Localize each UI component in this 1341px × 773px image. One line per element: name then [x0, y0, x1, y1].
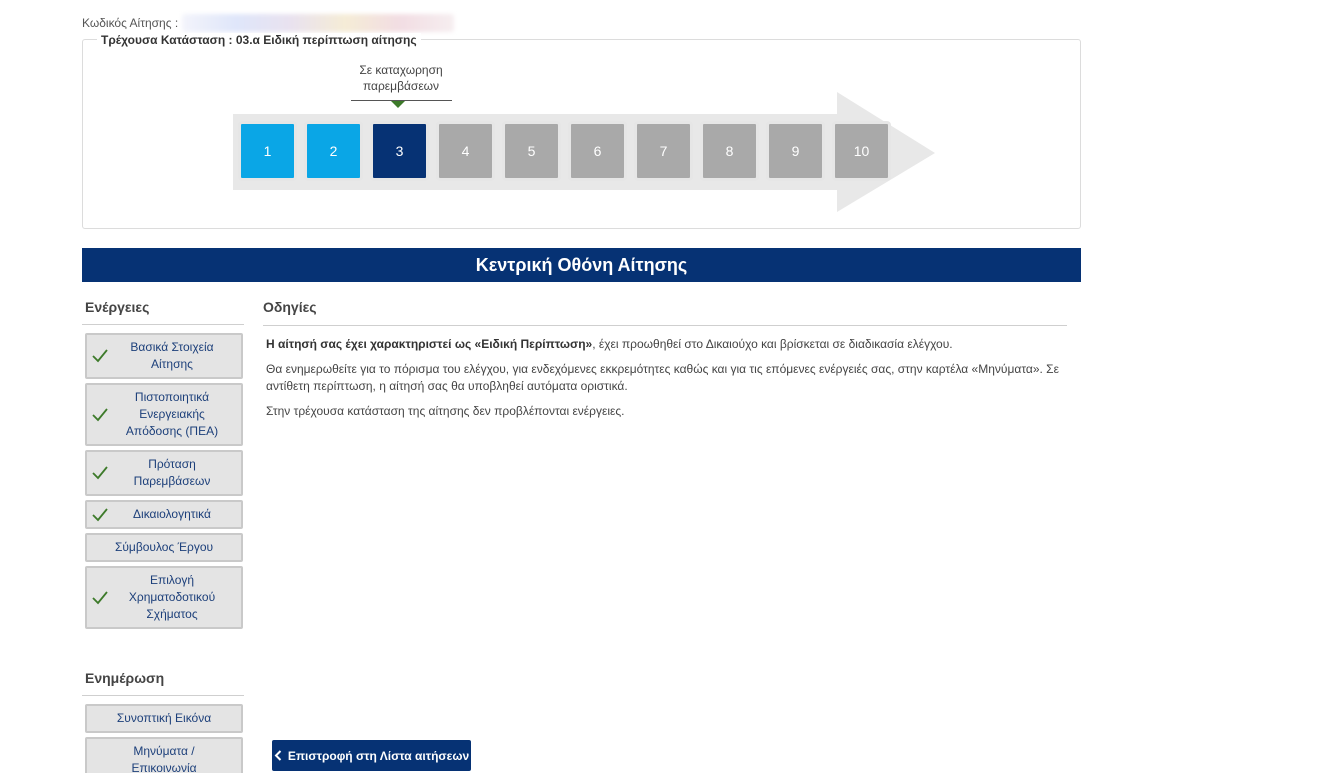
action-financing-scheme-button[interactable]: Επιλογή Χρηματοδοτικού Σχήματος — [85, 566, 243, 629]
update-section: Ενημέρωση Συνοπτική Εικόνα Μηνύματα / Επι… — [82, 667, 244, 773]
update-heading: Ενημέρωση — [82, 667, 244, 696]
action-energy-certificates-button[interactable]: Πιστοποιητικά Ενεργειακής Απόδοσης (ΠΕΑ) — [85, 383, 243, 446]
action-interventions-proposal-button[interactable]: Πρόταση Παρεμβάσεων — [85, 450, 243, 496]
page-title: Κεντρική Οθόνη Αίτησης — [475, 254, 688, 275]
action-documents-button[interactable]: Δικαιολογητικά — [85, 500, 243, 529]
back-to-applications-button[interactable]: Επιστροφή στη Λίστα αιτήσεων — [272, 740, 471, 771]
main-title-bar: Κεντρική Οθόνη Αίτησης — [82, 248, 1081, 282]
progress-step[interactable]: 9 — [766, 121, 825, 181]
progress-steps: 1 2 3 4 5 6 7 8 9 10 — [238, 121, 891, 181]
instructions-panel: Οδηγίες Η αίτησή σας έχει χαρακτηριστεί … — [263, 296, 1067, 428]
progress-step[interactable]: 8 — [700, 121, 759, 181]
progress-step[interactable]: 1 — [238, 121, 297, 181]
application-code-value-redacted — [182, 14, 455, 32]
action-project-consultant-button[interactable]: Σύμβουλος Έργου — [85, 533, 243, 562]
instructions-paragraph-2: Θα ενημερωθείτε για το πόρισμα του ελέγχ… — [266, 362, 1059, 393]
check-icon — [92, 466, 108, 480]
status-panel: Τρέχουσα Κατάσταση : 03.α Ειδική περίπτω… — [82, 33, 1081, 229]
progress-step[interactable]: 5 — [502, 121, 561, 181]
update-summary-button[interactable]: Συνοπτική Εικόνα — [85, 704, 243, 733]
action-basic-details-button[interactable]: Βασικά Στοιχεία Αίτησης — [85, 333, 243, 379]
current-status-label: Τρέχουσα Κατάσταση : 03.α Ειδική περίπτω… — [97, 33, 421, 47]
application-code-row: Κωδικός Αίτησης : — [82, 14, 455, 32]
progress-step[interactable]: 7 — [634, 121, 693, 181]
instructions-heading: Οδηγίες — [263, 296, 1067, 326]
sidebar: Ενέργειες Βασικά Στοιχεία Αίτησης Πιστοπο… — [82, 296, 244, 773]
progress-step[interactable]: 2 — [304, 121, 363, 181]
check-icon — [92, 407, 108, 421]
current-step-tooltip: Σε καταχωρηση παρεμβάσεων — [351, 62, 451, 94]
progress-step[interactable]: 4 — [436, 121, 495, 181]
application-code-label: Κωδικός Αίτησης : — [82, 16, 179, 30]
tooltip-line-1: Σε καταχωρηση — [359, 63, 443, 77]
chevron-left-icon — [274, 750, 282, 761]
actions-heading: Ενέργειες — [82, 296, 244, 325]
update-messages-button[interactable]: Μηνύματα / Επικοινωνία — [85, 737, 243, 773]
check-icon — [92, 349, 108, 363]
instructions-paragraph-1: Η αίτησή σας έχει χαρακτηριστεί ως «Ειδι… — [263, 336, 1067, 353]
check-icon — [92, 507, 108, 521]
progress-step[interactable]: 6 — [568, 121, 627, 181]
check-icon — [92, 590, 108, 604]
progress-step[interactable]: 3 — [370, 121, 429, 181]
back-button-label: Επιστροφή στη Λίστα αιτήσεων — [287, 748, 470, 763]
instructions-paragraph-3: Στην τρέχουσα κατάσταση της αίτησης δεν … — [266, 404, 625, 418]
instructions-paragraph-1-rest: , έχει προωθηθεί στο Δικαιούχο και βρίσκ… — [592, 337, 953, 351]
instructions-paragraph-1-bold: Η αίτησή σας έχει χαρακτηριστεί ως «Ειδι… — [266, 337, 593, 351]
progress-step[interactable]: 10 — [832, 121, 891, 181]
